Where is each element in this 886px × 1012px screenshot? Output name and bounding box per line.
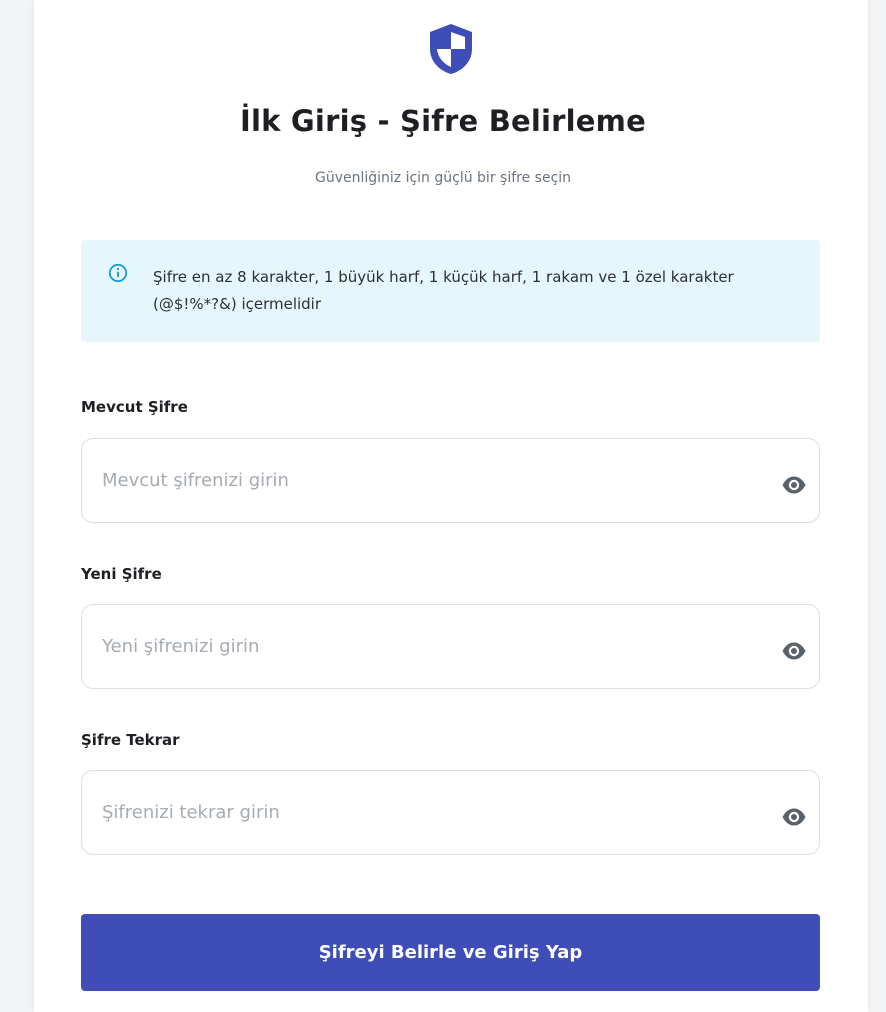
password-rules-text: Şifre en az 8 karakter, 1 büyük harf, 1 … <box>153 268 734 313</box>
new-password-field <box>81 604 820 689</box>
shield-icon <box>430 24 472 74</box>
set-password-and-login-button[interactable]: Şifreyi Belirle ve Giriş Yap <box>81 914 820 991</box>
info-icon <box>108 263 128 283</box>
page-subtitle: Güvenliğiniz için güçlü bir şifre seçin <box>314 170 572 186</box>
confirm-password-field <box>81 770 820 855</box>
new-password-label: Yeni Şifre <box>81 565 162 583</box>
confirm-password-input[interactable] <box>102 771 762 854</box>
eye-icon[interactable] <box>781 641 807 661</box>
confirm-password-label: Şifre Tekrar <box>81 731 180 749</box>
current-password-label: Mevcut Şifre <box>81 398 188 416</box>
eye-icon[interactable] <box>781 807 807 827</box>
page-title: İlk Giriş - Şifre Belirleme <box>240 104 646 138</box>
current-password-field <box>81 438 820 523</box>
current-password-input[interactable] <box>102 439 762 522</box>
new-password-input[interactable] <box>102 605 762 688</box>
eye-icon[interactable] <box>781 475 807 495</box>
password-rules-info-box: Şifre en az 8 karakter, 1 büyük harf, 1 … <box>81 240 820 342</box>
